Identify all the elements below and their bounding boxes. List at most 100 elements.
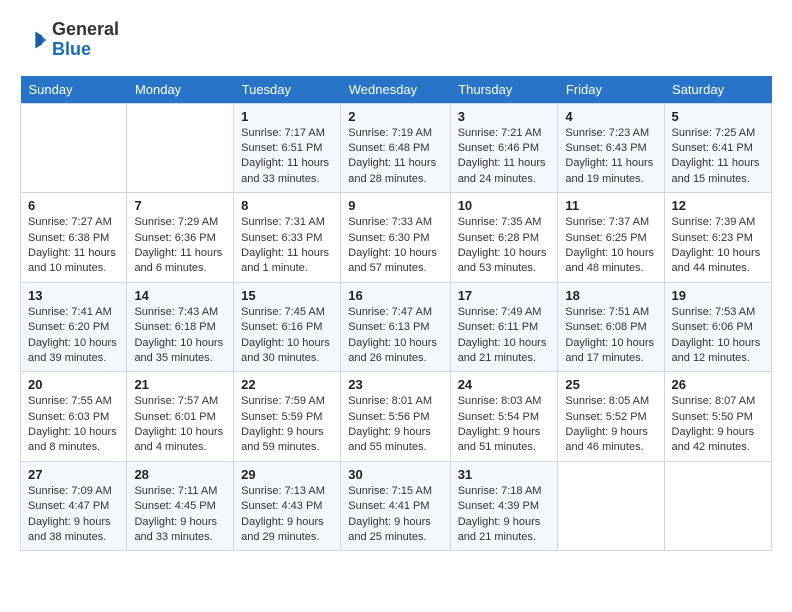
calendar-cell: 4 Sunrise: 7:23 AM Sunset: 6:43 PM Daylig… — [558, 103, 664, 193]
day-number: 13 — [28, 288, 119, 303]
day-info: Sunrise: 7:15 AM Sunset: 4:41 PM Dayligh… — [348, 484, 442, 546]
day-info: Sunrise: 7:55 AM Sunset: 6:03 PM Dayligh… — [28, 394, 119, 456]
calendar-cell — [664, 461, 771, 551]
day-info: Sunrise: 7:37 AM Sunset: 6:25 PM Dayligh… — [565, 215, 656, 277]
day-number: 16 — [348, 288, 442, 303]
calendar-cell: 1Sunrise: 7:17 AM Sunset: 6:51 PM Daylig… — [234, 103, 341, 193]
day-number: 23 — [348, 377, 442, 392]
calendar-table: SundayMondayTuesdayWednesdayThursdayFrid… — [20, 76, 772, 552]
day-info: Sunrise: 7:25 AM Sunset: 6:41 PM Dayligh… — [672, 126, 764, 188]
weekday-header-row: SundayMondayTuesdayWednesdayThursdayFrid… — [21, 76, 772, 104]
calendar-cell: 29 Sunrise: 7:13 AM Sunset: 4:43 PM Dayli… — [234, 461, 341, 551]
day-number: 29 — [241, 467, 333, 482]
day-info: Sunrise: 7:35 AM Sunset: 6:28 PM Dayligh… — [458, 215, 551, 277]
day-info: Sunrise: 7:53 AM Sunset: 6:06 PM Dayligh… — [672, 305, 764, 367]
day-number: 5 — [672, 109, 764, 124]
day-number: 30 — [348, 467, 442, 482]
calendar-cell: 5 Sunrise: 7:25 AM Sunset: 6:41 PM Daylig… — [664, 103, 771, 193]
day-info: Sunrise: 7:43 AM Sunset: 6:18 PM Dayligh… — [134, 305, 226, 367]
weekday-header-wednesday: Wednesday — [341, 76, 450, 104]
day-number: 26 — [672, 377, 764, 392]
week-row-1: 6 Sunrise: 7:27 AM Sunset: 6:38 PM Daylig… — [21, 193, 772, 283]
day-info: Sunrise: 7:11 AM Sunset: 4:45 PM Dayligh… — [134, 484, 226, 546]
day-info: Sunrise: 7:47 AM Sunset: 6:13 PM Dayligh… — [348, 305, 442, 367]
day-number: 11 — [565, 198, 656, 213]
day-number: 10 — [458, 198, 551, 213]
day-info: Sunrise: 8:03 AM Sunset: 5:54 PM Dayligh… — [458, 394, 551, 456]
calendar-cell: 3 Sunrise: 7:21 AM Sunset: 6:46 PM Daylig… — [450, 103, 558, 193]
day-number: 6 — [28, 198, 119, 213]
calendar-cell: 30 Sunrise: 7:15 AM Sunset: 4:41 PM Dayli… — [341, 461, 450, 551]
day-info: Sunrise: 7:18 AM Sunset: 4:39 PM Dayligh… — [458, 484, 551, 546]
day-number: 8 — [241, 198, 333, 213]
calendar-cell: 10 Sunrise: 7:35 AM Sunset: 6:28 PM Dayli… — [450, 193, 558, 283]
day-info: Sunrise: 7:49 AM Sunset: 6:11 PM Dayligh… — [458, 305, 551, 367]
calendar-cell — [127, 103, 234, 193]
day-info: Sunrise: 7:59 AM Sunset: 5:59 PM Dayligh… — [241, 394, 333, 456]
day-number: 18 — [565, 288, 656, 303]
day-number: 17 — [458, 288, 551, 303]
day-info: Sunrise: 7:33 AM Sunset: 6:30 PM Dayligh… — [348, 215, 442, 277]
day-number: 31 — [458, 467, 551, 482]
day-number: 24 — [458, 377, 551, 392]
calendar-cell: 9 Sunrise: 7:33 AM Sunset: 6:30 PM Daylig… — [341, 193, 450, 283]
logo-text: General Blue — [52, 20, 119, 60]
calendar-cell: 13 Sunrise: 7:41 AM Sunset: 6:20 PM Dayli… — [21, 282, 127, 372]
day-number: 21 — [134, 377, 226, 392]
weekday-header-thursday: Thursday — [450, 76, 558, 104]
page-header: General Blue — [20, 20, 772, 60]
day-info: Sunrise: 8:07 AM Sunset: 5:50 PM Dayligh… — [672, 394, 764, 456]
weekday-header-sunday: Sunday — [21, 76, 127, 104]
day-info: Sunrise: 8:05 AM Sunset: 5:52 PM Dayligh… — [565, 394, 656, 456]
week-row-0: 1Sunrise: 7:17 AM Sunset: 6:51 PM Daylig… — [21, 103, 772, 193]
day-info: Sunrise: 7:13 AM Sunset: 4:43 PM Dayligh… — [241, 484, 333, 546]
day-number: 7 — [134, 198, 226, 213]
weekday-header-saturday: Saturday — [664, 76, 771, 104]
week-row-3: 20 Sunrise: 7:55 AM Sunset: 6:03 PM Dayli… — [21, 372, 772, 462]
day-number: 25 — [565, 377, 656, 392]
day-info: Sunrise: 7:23 AM Sunset: 6:43 PM Dayligh… — [565, 126, 656, 188]
calendar-cell: 28 Sunrise: 7:11 AM Sunset: 4:45 PM Dayli… — [127, 461, 234, 551]
calendar-cell: 15Sunrise: 7:45 AM Sunset: 6:16 PM Dayli… — [234, 282, 341, 372]
day-number: 2 — [348, 109, 442, 124]
day-info: Sunrise: 7:09 AM Sunset: 4:47 PM Dayligh… — [28, 484, 119, 546]
calendar-cell — [21, 103, 127, 193]
day-number: 22 — [241, 377, 333, 392]
day-info: Sunrise: 7:27 AM Sunset: 6:38 PM Dayligh… — [28, 215, 119, 277]
calendar-cell: 22 Sunrise: 7:59 AM Sunset: 5:59 PM Dayli… — [234, 372, 341, 462]
calendar-cell: 6 Sunrise: 7:27 AM Sunset: 6:38 PM Daylig… — [21, 193, 127, 283]
calendar-cell: 16 Sunrise: 7:47 AM Sunset: 6:13 PM Dayli… — [341, 282, 450, 372]
day-number: 4 — [565, 109, 656, 124]
calendar-cell — [558, 461, 664, 551]
day-info: Sunrise: 8:01 AM Sunset: 5:56 PM Dayligh… — [348, 394, 442, 456]
calendar-cell: 2Sunrise: 7:19 AM Sunset: 6:48 PM Daylig… — [341, 103, 450, 193]
day-info: Sunrise: 7:57 AM Sunset: 6:01 PM Dayligh… — [134, 394, 226, 456]
day-number: 9 — [348, 198, 442, 213]
day-number: 19 — [672, 288, 764, 303]
calendar-cell: 21 Sunrise: 7:57 AM Sunset: 6:01 PM Dayli… — [127, 372, 234, 462]
day-info: Sunrise: 7:29 AM Sunset: 6:36 PM Dayligh… — [134, 215, 226, 277]
day-info: Sunrise: 7:21 AM Sunset: 6:46 PM Dayligh… — [458, 126, 551, 188]
day-number: 14 — [134, 288, 226, 303]
day-info: Sunrise: 7:41 AM Sunset: 6:20 PM Dayligh… — [28, 305, 119, 367]
day-number: 27 — [28, 467, 119, 482]
calendar-cell: 20 Sunrise: 7:55 AM Sunset: 6:03 PM Dayli… — [21, 372, 127, 462]
day-number: 28 — [134, 467, 226, 482]
logo-icon — [20, 26, 48, 54]
calendar-cell: 19 Sunrise: 7:53 AM Sunset: 6:06 PM Dayli… — [664, 282, 771, 372]
weekday-header-tuesday: Tuesday — [234, 76, 341, 104]
calendar-cell: 27 Sunrise: 7:09 AM Sunset: 4:47 PM Dayli… — [21, 461, 127, 551]
calendar-cell: 11 Sunrise: 7:37 AM Sunset: 6:25 PM Dayli… — [558, 193, 664, 283]
calendar-cell: 7 Sunrise: 7:29 AM Sunset: 6:36 PM Daylig… — [127, 193, 234, 283]
day-info: Sunrise: 7:45 AM Sunset: 6:16 PM Dayligh… — [241, 305, 333, 367]
weekday-header-friday: Friday — [558, 76, 664, 104]
weekday-header-monday: Monday — [127, 76, 234, 104]
day-number: 20 — [28, 377, 119, 392]
day-number: 12 — [672, 198, 764, 213]
calendar-cell: 17 Sunrise: 7:49 AM Sunset: 6:11 PM Dayli… — [450, 282, 558, 372]
day-number: 3 — [458, 109, 551, 124]
day-info: Sunrise: 7:39 AM Sunset: 6:23 PM Dayligh… — [672, 215, 764, 277]
logo: General Blue — [20, 20, 119, 60]
calendar-cell: 31 Sunrise: 7:18 AM Sunset: 4:39 PM Dayli… — [450, 461, 558, 551]
calendar-cell: 25 Sunrise: 8:05 AM Sunset: 5:52 PM Dayli… — [558, 372, 664, 462]
